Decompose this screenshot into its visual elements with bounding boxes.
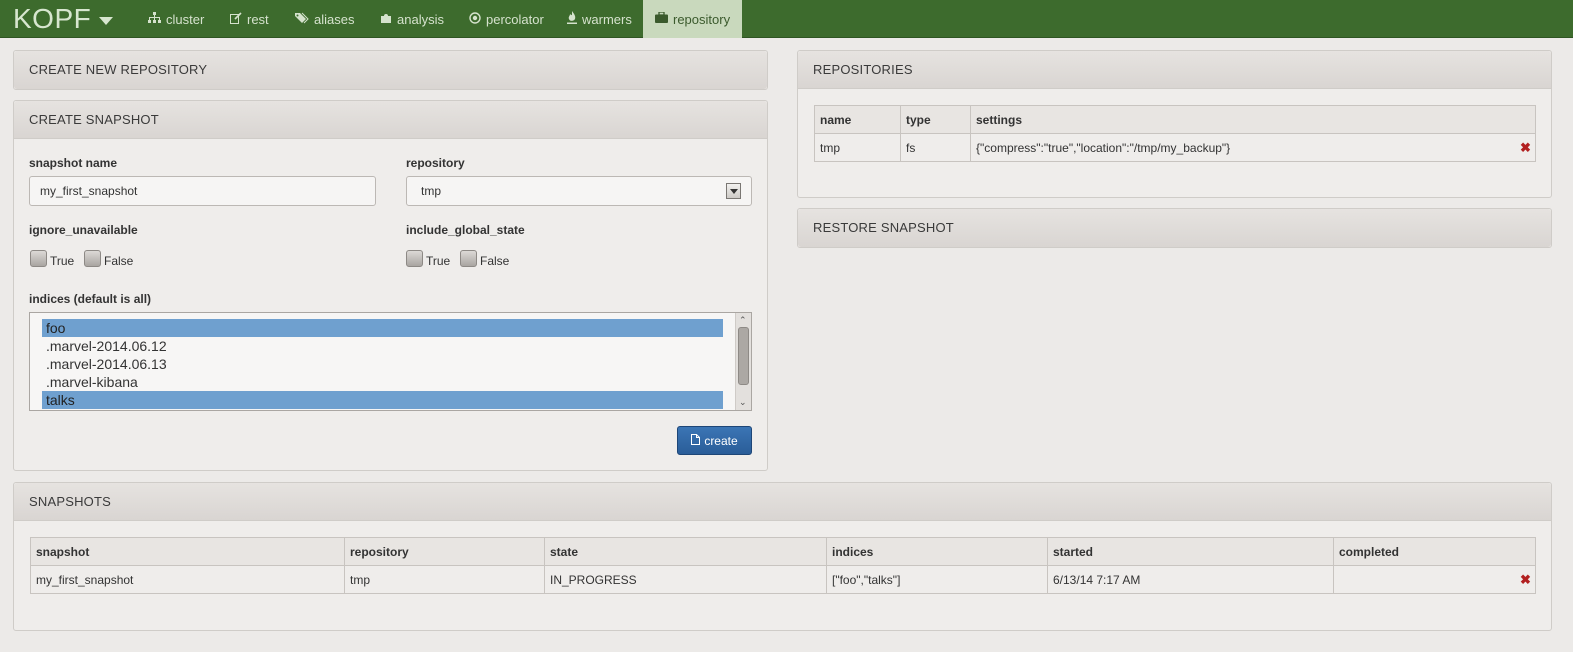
- create-label: create: [704, 433, 738, 448]
- nav-percolator[interactable]: percolator: [469, 0, 544, 38]
- snapshot-indices-cell: ["foo","talks"]: [826, 565, 1048, 594]
- include-global-state-true[interactable]: True: [406, 250, 451, 268]
- snapshot-name-label: snapshot name: [29, 156, 118, 170]
- puzzle-icon: [380, 12, 392, 27]
- nav-cluster[interactable]: cluster: [148, 0, 204, 38]
- nav-label: warmers: [582, 11, 632, 27]
- table-header-row: snapshot repository state indices starte…: [30, 537, 1536, 566]
- column-header: repository: [344, 537, 545, 566]
- nav-rest[interactable]: rest: [230, 0, 269, 38]
- nav-aliases[interactable]: aliases: [295, 0, 354, 38]
- target-icon: [469, 11, 481, 27]
- create-snapshot-panel: CREATE SNAPSHOT snapshot name my_first_s…: [13, 100, 768, 471]
- column-header: snapshot: [30, 537, 345, 566]
- snapshot-started-cell: 6/13/14 7:17 AM: [1047, 565, 1334, 594]
- nav-label: aliases: [314, 11, 355, 27]
- checkbox-label: True: [50, 254, 75, 268]
- delete-repository-icon[interactable]: ✖: [1520, 140, 1531, 156]
- panel-title[interactable]: SNAPSHOTS: [14, 483, 1551, 521]
- repositories-panel: REPOSITORIES name type settings tmp fs {…: [797, 50, 1552, 198]
- snapshot-completed-cell: [1333, 565, 1536, 594]
- panel-title[interactable]: CREATE NEW REPOSITORY: [14, 51, 767, 89]
- snapshot-name-input[interactable]: my_first_snapshot: [29, 176, 376, 206]
- top-navbar: KOPF cluster rest aliases analysis perco…: [0, 0, 1573, 38]
- index-option[interactable]: foo: [42, 319, 723, 337]
- brand-logo: KOPF: [13, 3, 92, 34]
- ignore-unavailable-label: ignore_unavailable: [29, 223, 138, 237]
- indices-multiselect[interactable]: foo .marvel-2014.06.12 .marvel-2014.06.1…: [29, 312, 752, 411]
- nav-label: analysis: [397, 11, 444, 27]
- panel-title[interactable]: CREATE SNAPSHOT: [14, 101, 767, 139]
- ignore-unavailable-false[interactable]: False: [84, 250, 134, 268]
- checkbox-label: False: [104, 254, 134, 268]
- nav-label: rest: [247, 11, 269, 27]
- repo-name-cell: tmp: [814, 133, 901, 162]
- nav-label: repository: [673, 11, 731, 27]
- checkbox-label: False: [480, 254, 510, 268]
- index-option[interactable]: .marvel-kibana: [42, 373, 723, 391]
- table-row: my_first_snapshot tmp IN_PROGRESS ["foo"…: [30, 565, 1536, 594]
- checkbox-label: True: [426, 254, 451, 268]
- index-option[interactable]: .marvel-2014.06.13: [42, 355, 723, 373]
- nav-warmers[interactable]: warmers: [567, 0, 632, 38]
- checkbox[interactable]: [406, 250, 423, 267]
- briefcase-icon: [655, 11, 668, 26]
- column-header: completed: [1333, 537, 1536, 566]
- brand-menu[interactable]: KOPF: [13, 2, 114, 36]
- snapshots-panel: SNAPSHOTS snapshot repository state indi…: [13, 482, 1552, 631]
- column-header: name: [814, 105, 901, 134]
- index-option[interactable]: talks: [42, 391, 723, 409]
- column-header: type: [900, 105, 971, 134]
- delete-snapshot-icon[interactable]: ✖: [1520, 572, 1531, 588]
- tags-icon: [295, 12, 309, 27]
- column-header: indices: [826, 537, 1048, 566]
- dropdown-arrow-icon[interactable]: [726, 183, 741, 199]
- create-snapshot-button[interactable]: create: [677, 426, 752, 455]
- table-header-row: name type settings: [814, 105, 1536, 134]
- nav-repository[interactable]: repository: [643, 0, 742, 38]
- snapshot-name-cell: my_first_snapshot: [30, 565, 345, 594]
- scroll-up-icon[interactable]: ⌃: [739, 315, 747, 325]
- snapshot-repository-cell: tmp: [344, 565, 545, 594]
- ignore-unavailable-true[interactable]: True: [30, 250, 75, 268]
- include-global-state-label: include_global_state: [406, 223, 525, 237]
- repo-type-cell: fs: [900, 133, 971, 162]
- fire-icon: [567, 11, 577, 27]
- indices-label: indices (default is all): [29, 292, 152, 306]
- nav-label: percolator: [486, 11, 544, 27]
- nav-analysis[interactable]: analysis: [380, 0, 444, 38]
- repository-select[interactable]: tmp: [406, 176, 752, 206]
- nav-label: cluster: [166, 11, 205, 27]
- edit-icon: [230, 11, 242, 27]
- index-option[interactable]: .marvel-2014.06.12: [42, 337, 723, 355]
- table-row: tmp fs {"compress":"true","location":"/t…: [814, 133, 1536, 162]
- checkbox[interactable]: [30, 250, 47, 267]
- panel-title[interactable]: REPOSITORIES: [798, 51, 1551, 89]
- panel-title[interactable]: RESTORE SNAPSHOT: [798, 209, 1551, 247]
- snapshots-table: snapshot repository state indices starte…: [30, 537, 1536, 594]
- restore-snapshot-panel[interactable]: RESTORE SNAPSHOT: [797, 208, 1552, 248]
- column-header: settings: [970, 105, 1536, 134]
- checkbox[interactable]: [460, 250, 477, 267]
- snapshot-state-cell: IN_PROGRESS: [544, 565, 827, 594]
- scroll-down-icon[interactable]: ⌄: [739, 397, 747, 407]
- repository-select-value: tmp: [421, 184, 442, 198]
- repository-label: repository: [406, 156, 465, 170]
- checkbox[interactable]: [84, 250, 101, 267]
- include-global-state-false[interactable]: False: [460, 250, 510, 268]
- scrollbar-thumb[interactable]: [738, 327, 749, 385]
- indices-scrollbar[interactable]: ⌃ ⌄: [735, 313, 751, 410]
- caret-down-icon: [99, 17, 114, 25]
- create-repository-panel[interactable]: CREATE NEW REPOSITORY: [13, 50, 768, 90]
- file-icon: [691, 433, 701, 448]
- repo-settings-cell: {"compress":"true","location":"/tmp/my_b…: [970, 133, 1536, 162]
- column-header: state: [544, 537, 827, 566]
- repositories-table: name type settings tmp fs {"compress":"t…: [814, 105, 1536, 162]
- sitemap-icon: [148, 12, 161, 26]
- column-header: started: [1047, 537, 1334, 566]
